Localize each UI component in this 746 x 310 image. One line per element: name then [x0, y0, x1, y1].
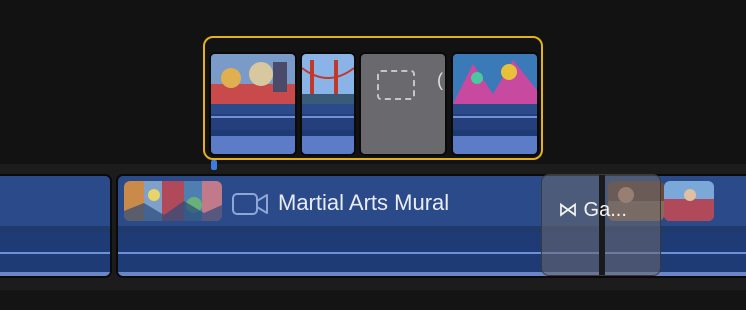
timeline-canvas: Martial Arts Mural (⋈ Ga... — [0, 0, 746, 310]
connected-storyline[interactable]: ( — [203, 36, 543, 160]
connected-clip-4-thumbnail — [453, 54, 537, 104]
primary-clip-left[interactable] — [0, 174, 112, 278]
clip-thumbnail-right-2 — [664, 181, 714, 221]
connected-clip-2-thumbnail — [302, 54, 354, 104]
placeholder-icon — [377, 70, 415, 100]
connected-clip-1-thumbnail — [211, 54, 295, 104]
video-band — [0, 176, 110, 226]
connected-clip-4[interactable] — [451, 52, 539, 156]
timeline-bottom-area — [0, 290, 746, 310]
transition-divider — [599, 175, 605, 275]
connected-clip-1[interactable] — [209, 52, 297, 156]
connection-point-marker[interactable] — [211, 160, 217, 170]
mural-thumbnail — [124, 181, 222, 221]
audio-level-line — [453, 116, 537, 118]
clip-title: Martial Arts Mural — [278, 190, 450, 215]
audio-waveform — [453, 130, 537, 154]
audio-waveform — [211, 130, 295, 154]
audio-waveform — [0, 272, 110, 276]
transition-label: ⋈ Ga... — [558, 199, 627, 221]
audio-level-line — [0, 252, 110, 254]
audio-band — [0, 232, 110, 276]
video-camera-icon — [232, 193, 268, 215]
gap-clip[interactable]: ( — [359, 52, 447, 156]
gap-clip-label-fragment: ( — [437, 70, 443, 90]
transition-clip[interactable]: ⋈ Ga... — [541, 174, 661, 276]
audio-level-line — [211, 116, 295, 118]
audio-level-line — [302, 116, 354, 118]
audio-waveform — [302, 130, 354, 154]
connected-clip-2[interactable] — [300, 52, 356, 156]
